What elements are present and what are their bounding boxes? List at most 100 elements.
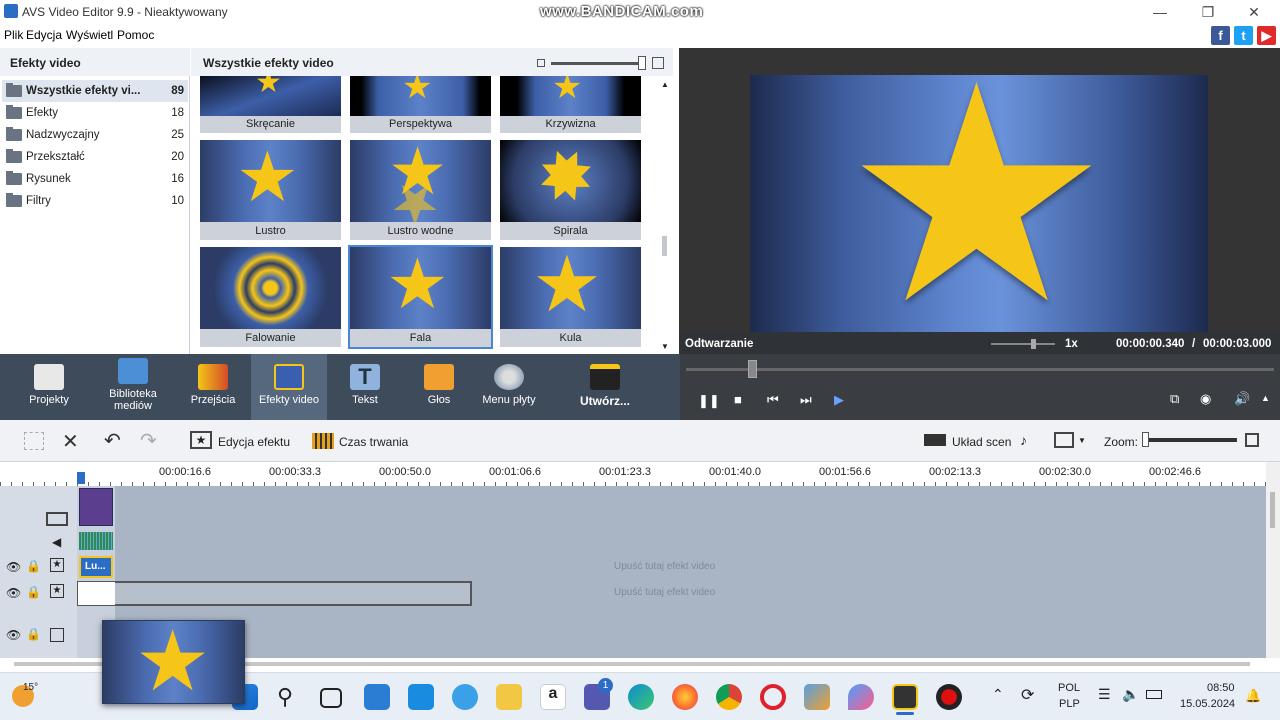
redo-icon[interactable]: ↷ <box>140 428 157 453</box>
category-extraordinary[interactable]: Nadzwyczajny 25 <box>2 124 188 146</box>
split-icon[interactable]: ▶ <box>834 392 844 408</box>
eye-icon[interactable]: 👁 <box>6 560 21 574</box>
drop-target-outline[interactable] <box>77 581 472 606</box>
large-thumb-icon[interactable] <box>652 57 664 69</box>
notifications-icon[interactable]: 🔔 <box>1245 688 1261 704</box>
speed-handle[interactable] <box>1031 339 1036 349</box>
audio-waveform[interactable] <box>79 532 113 550</box>
opera-icon[interactable] <box>760 684 786 710</box>
amazon-icon[interactable]: a <box>540 684 566 710</box>
category-transform[interactable]: Przekształć 20 <box>2 146 188 168</box>
speaker-icon[interactable]: 🔈 <box>1122 686 1139 703</box>
menu-help[interactable]: Pomoc <box>117 28 154 42</box>
category-all[interactable]: Wszystkie efekty vi... 89 <box>2 80 188 102</box>
eye-icon[interactable]: 👁 <box>6 628 21 642</box>
menu-edit[interactable]: Edycja <box>26 28 62 42</box>
thumb-size-slider[interactable] <box>551 62 645 65</box>
flame-app-icon[interactable] <box>848 684 874 710</box>
scroll-thumb[interactable] <box>662 236 667 256</box>
sync-icon[interactable]: ⟳ <box>1021 685 1034 705</box>
video-effects-button[interactable]: Efekty video <box>251 354 327 420</box>
transitions-button[interactable]: Przejścia <box>188 354 238 420</box>
stop-icon[interactable]: ■ <box>734 392 742 407</box>
wifi-icon[interactable]: ☰ <box>1098 686 1111 703</box>
effect-lustro[interactable]: ★ Lustro <box>200 140 341 240</box>
edge-icon[interactable] <box>628 684 654 710</box>
clock-date[interactable]: 15.05.2024 <box>1180 698 1235 710</box>
zoom-slider[interactable] <box>1145 438 1237 442</box>
scene-layout-icon[interactable] <box>924 434 946 446</box>
search-icon[interactable]: ⚲ <box>277 684 293 710</box>
effect-spirala[interactable]: ✸ Spirala <box>500 129 641 240</box>
delete-icon[interactable]: ✕ <box>62 429 79 454</box>
create-button[interactable]: Utwórz... <box>572 354 638 420</box>
pause-icon[interactable]: ❚❚ <box>698 393 720 409</box>
effect-skrecanie[interactable]: ★ Skręcanie <box>200 76 341 133</box>
chrome-icon[interactable] <box>716 684 742 710</box>
effect-kula[interactable]: ★ Kula <box>500 245 641 347</box>
fit-timeline-icon[interactable] <box>1245 433 1259 447</box>
battery-icon[interactable] <box>1146 690 1162 699</box>
menu-file[interactable]: Plik <box>4 28 23 42</box>
media-library-button[interactable]: Biblioteka mediów <box>104 354 162 420</box>
effects-scrollbar[interactable]: ▲ ▼ <box>657 76 673 354</box>
projects-button[interactable]: Projekty <box>24 354 74 420</box>
effect-lustro-wodne[interactable]: ★ ★ Lustro wodne <box>350 138 491 240</box>
eye-icon[interactable]: 👁 <box>6 586 21 600</box>
maximize-button[interactable]: ❐ <box>1188 2 1228 22</box>
bandicam-icon[interactable] <box>936 684 962 710</box>
video-clip[interactable] <box>79 488 113 526</box>
storyboard-icon[interactable] <box>24 432 44 450</box>
effect-perspektywa[interactable]: ★ Perspektywa <box>350 76 491 133</box>
store-icon[interactable] <box>408 684 434 710</box>
next-icon[interactable]: ⏭ <box>800 392 812 408</box>
text-button[interactable]: T Tekst <box>340 354 390 420</box>
menu-view[interactable]: Wyświetl <box>66 28 113 42</box>
file-explorer-icon[interactable] <box>496 684 522 710</box>
facebook-icon[interactable]: f <box>1211 26 1230 45</box>
volume-arrow-icon[interactable]: ▲ <box>1261 393 1270 403</box>
thumb-size-handle[interactable] <box>638 56 646 70</box>
monitor-icon[interactable] <box>1054 432 1074 448</box>
duration-icon[interactable] <box>312 433 334 449</box>
volume-icon[interactable]: 🔊 <box>1234 391 1250 407</box>
language-secondary[interactable]: PLP <box>1059 698 1080 710</box>
small-thumb-icon[interactable] <box>537 59 545 67</box>
duration-button[interactable]: Czas trwania <box>339 435 408 449</box>
category-drawing[interactable]: Rysunek 16 <box>2 168 188 190</box>
snapshot-icon[interactable]: ◉ <box>1200 391 1211 407</box>
lock-icon[interactable]: 🔒 <box>26 585 41 599</box>
category-effects[interactable]: Efekty 18 <box>2 102 188 124</box>
zoom-handle[interactable] <box>1142 432 1149 447</box>
tray-arrow-icon[interactable]: ⌃ <box>992 686 1004 703</box>
category-filters[interactable]: Filtry 10 <box>2 190 188 212</box>
myhp-icon[interactable] <box>364 684 390 710</box>
youtube-icon[interactable]: ▶ <box>1257 26 1276 45</box>
previous-icon[interactable]: ⏮ <box>767 392 779 408</box>
lock-icon[interactable]: 🔒 <box>26 627 41 641</box>
scroll-down-icon[interactable]: ▼ <box>661 342 669 351</box>
minimize-button[interactable]: — <box>1140 2 1180 22</box>
dropdown-arrow-icon[interactable]: ▼ <box>1078 436 1086 445</box>
lock-icon[interactable]: 🔒 <box>26 559 41 573</box>
undo-icon[interactable]: ↶ <box>104 428 121 453</box>
scene-layout-button[interactable]: Układ scen <box>952 435 1011 449</box>
effect-falowanie[interactable]: Falowanie <box>200 247 341 347</box>
fullscreen-icon[interactable]: ⧉ <box>1170 391 1179 407</box>
disc-menu-button[interactable]: Menu płyty <box>478 354 540 420</box>
edit-effect-button[interactable]: Edycja efektu <box>218 435 290 449</box>
firefox-icon[interactable] <box>672 684 698 710</box>
audio-mixer-icon[interactable]: ♪ <box>1020 432 1027 448</box>
clock-time[interactable]: 08:50 <box>1207 682 1235 694</box>
task-view-icon[interactable] <box>320 688 342 708</box>
seek-bar[interactable] <box>686 368 1274 371</box>
playhead[interactable] <box>77 472 85 484</box>
effect-krzywizna[interactable]: ★ Krzywizna <box>500 76 641 133</box>
language-primary[interactable]: POL <box>1058 682 1080 694</box>
close-button[interactable]: ✕ <box>1234 2 1274 22</box>
edit-effect-icon[interactable]: ★ <box>190 431 212 449</box>
scroll-up-icon[interactable]: ▲ <box>661 80 669 89</box>
twitter-icon[interactable]: t <box>1234 26 1253 45</box>
voice-button[interactable]: Głos <box>414 354 464 420</box>
effect-fala[interactable]: ★ Fala <box>348 245 493 349</box>
